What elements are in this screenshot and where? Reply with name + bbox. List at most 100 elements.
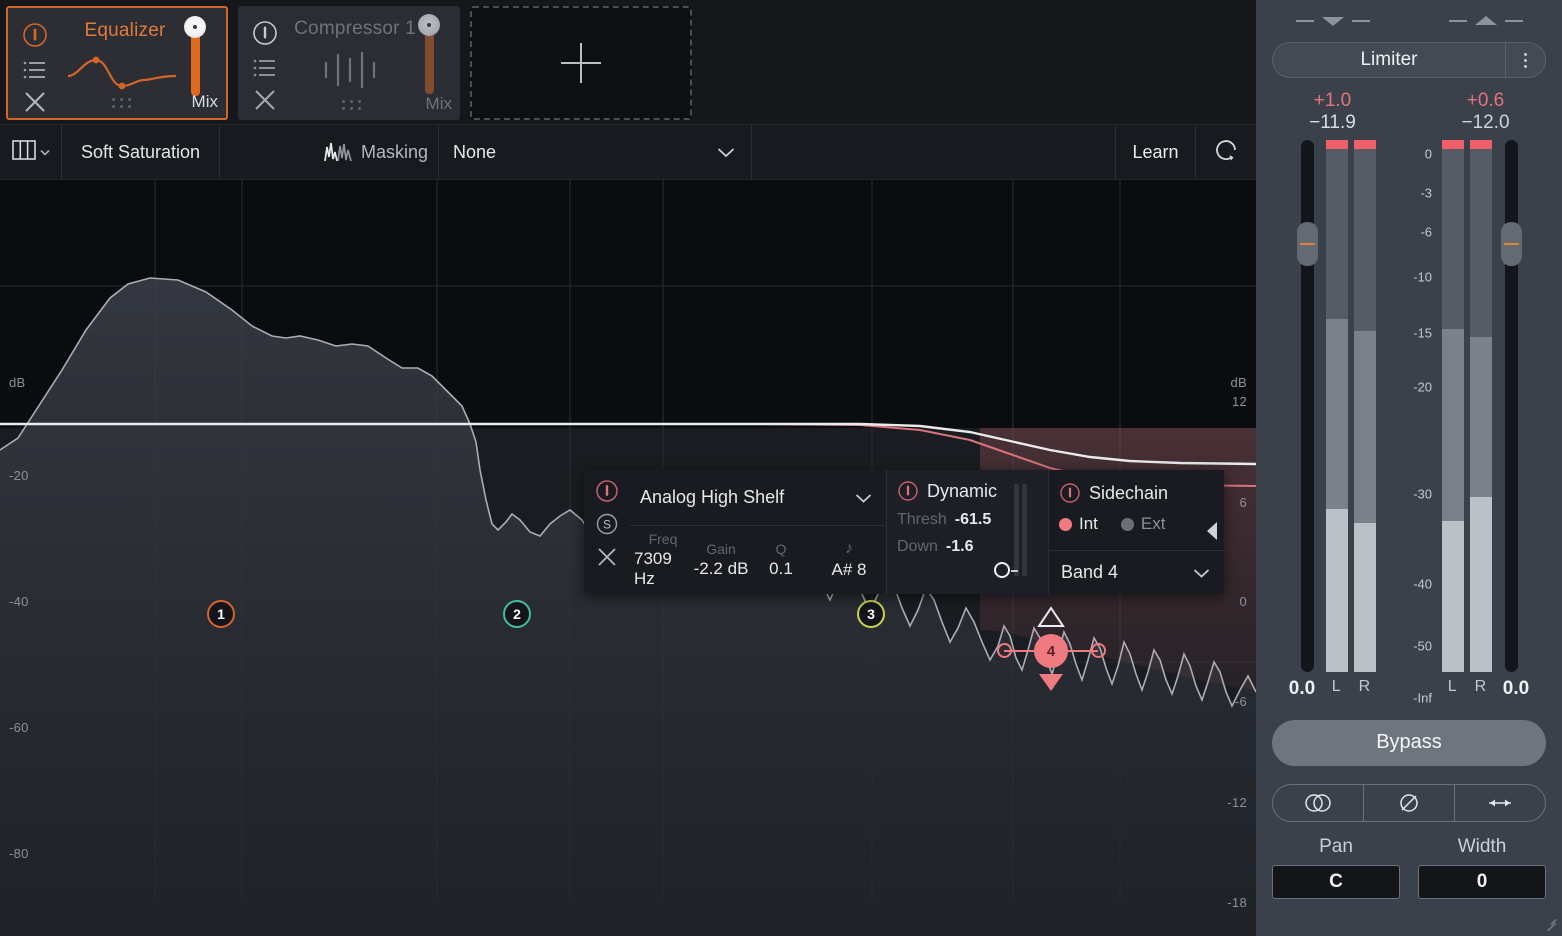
input-peak: +1.0 (1313, 90, 1352, 111)
band-number: 4 (1046, 642, 1056, 660)
output-gain-fader[interactable] (1496, 139, 1526, 672)
band-number: 1 (217, 606, 225, 622)
width-value-field[interactable]: 0 (1418, 864, 1546, 899)
width-button[interactable] (1454, 784, 1545, 821)
sidechain-title: Sidechain (1089, 482, 1169, 503)
param-value: 7309 Hz (634, 549, 672, 588)
layout-view-button[interactable] (0, 125, 62, 179)
toolbar-spacer (752, 125, 1116, 179)
eq-band-node-1[interactable]: 1 (207, 600, 235, 628)
masking-label-group: Masking (220, 141, 438, 163)
input-gain-value[interactable]: 0.0 (1282, 678, 1322, 700)
param-q[interactable]: Q 0.1 (750, 526, 812, 594)
scale-tick: -40 (1413, 576, 1432, 592)
preset-list-icon[interactable] (23, 60, 47, 80)
mix-fader[interactable] (418, 14, 440, 94)
power-icon[interactable] (897, 480, 919, 502)
module-tab-compressor-1[interactable]: Compressor 1 Mix (238, 6, 460, 120)
power-icon[interactable] (1059, 482, 1081, 504)
chevron-up-icon (1473, 14, 1499, 28)
scale-tick: -10 (1413, 269, 1432, 285)
clip-indicator[interactable] (1470, 139, 1492, 149)
channel-right-label: R (1358, 677, 1371, 695)
external-label: Ext (1140, 514, 1166, 533)
level-readouts: +1.0 −11.9 +0.6 −12.0 (1256, 90, 1562, 134)
input-gain-fader[interactable] (1292, 139, 1322, 672)
down-value: -1.6 (945, 538, 974, 555)
channel-left-label: L (1447, 677, 1457, 695)
pan-width-row: Pan C Width 0 (1272, 836, 1546, 899)
power-icon[interactable] (595, 479, 619, 503)
module-title: Equalizer (84, 20, 166, 41)
close-x-icon[interactable] (253, 88, 277, 112)
output-gain-value[interactable]: 0.0 (1496, 678, 1536, 700)
param-note[interactable]: ♪ A# 8 (812, 526, 886, 594)
masking-value: None (453, 141, 497, 162)
eq-band-node-3[interactable]: 3 (857, 600, 885, 628)
param-freq[interactable]: Freq 7309 Hz (634, 526, 692, 594)
scale-tick: -3 (1420, 185, 1432, 201)
param-gain[interactable]: Gain -2.2 dB (692, 526, 750, 594)
collapse-down-control[interactable] (1295, 14, 1370, 28)
eq-band-4-q-handle-left[interactable] (997, 643, 1012, 658)
stereo-link-button[interactable] (1273, 785, 1363, 821)
close-x-icon[interactable] (595, 545, 619, 569)
saturation-mode-button[interactable]: Soft Saturation (62, 125, 220, 179)
page-title: Limiter (1360, 49, 1418, 70)
output-channel-labels: L R (1438, 678, 1496, 700)
dash-left (1448, 20, 1467, 22)
clip-indicator[interactable] (1326, 139, 1348, 149)
masking-select[interactable]: None (438, 125, 751, 179)
fader-handle[interactable] (1501, 221, 1522, 266)
more-options-icon[interactable] (1505, 43, 1545, 77)
preset-list-icon[interactable] (253, 58, 277, 78)
phase-invert-button[interactable] (1363, 784, 1454, 821)
filter-type-select[interactable]: Analog High Shelf (630, 470, 886, 526)
learn-button[interactable]: Learn (1116, 125, 1196, 179)
dynamic-threshold-handle[interactable] (994, 562, 1018, 578)
drag-grip-icon[interactable] (112, 98, 134, 110)
masking-waveform-icon (324, 141, 352, 163)
add-module-button[interactable] (470, 6, 692, 120)
external-radio[interactable] (1120, 517, 1134, 531)
columns-layout-icon (11, 138, 37, 167)
bypass-button[interactable]: Bypass (1272, 719, 1546, 766)
param-label: Freq (648, 531, 678, 547)
eq-graph[interactable]: dB -20 -40 -60 -80 -100 dB 12 6 0 -6 -12… (0, 180, 1256, 936)
eq-band-node-4[interactable]: 4 (1034, 634, 1068, 668)
drag-grip-icon[interactable] (342, 100, 364, 112)
y-axis-right-unit: dB (1230, 375, 1247, 390)
solo-s-icon[interactable]: S (595, 512, 619, 536)
internal-radio[interactable] (1059, 517, 1072, 531)
eq-band-node-2[interactable]: 2 (503, 600, 531, 628)
meter-bar-left (1326, 139, 1348, 672)
sidechain-band-select[interactable]: Band 4 (1049, 550, 1224, 594)
sidechain-header: Sidechain (1049, 470, 1224, 504)
output-meter-group (1438, 139, 1496, 672)
fader-handle[interactable] (1297, 221, 1318, 266)
y-axis-left-tick: -80 (9, 846, 29, 861)
dynamic-title: Dynamic (927, 480, 998, 501)
clip-indicator[interactable] (1354, 139, 1376, 149)
module-tab-equalizer[interactable]: Equalizer Mix (6, 6, 228, 120)
mix-fader[interactable] (184, 16, 206, 96)
power-icon[interactable] (252, 20, 278, 46)
close-x-icon[interactable] (23, 90, 47, 114)
meter-labels-row: 0.0 L R L R 0.0 (1256, 678, 1562, 700)
pan-value-field[interactable]: C (1272, 864, 1400, 899)
y-axis-right-tick: 0 (1239, 594, 1247, 609)
clip-indicator[interactable] (1442, 139, 1464, 149)
limiter-title-bar[interactable]: Limiter (1272, 42, 1546, 78)
collapse-up-control[interactable] (1448, 14, 1523, 28)
power-icon[interactable] (22, 22, 48, 48)
collapse-left-arrow-icon[interactable] (1204, 520, 1220, 542)
pan-label: Pan (1319, 835, 1353, 857)
chevron-down-icon (1320, 14, 1346, 28)
eq-band-4-q-handle-right[interactable] (1091, 643, 1106, 658)
y-axis-right-tick: -12 (1227, 795, 1247, 810)
reset-button[interactable] (1196, 125, 1256, 179)
resize-grip-icon[interactable] (1543, 918, 1557, 932)
filter-type-value: Analog High Shelf (640, 487, 785, 507)
band-popup-main: Analog High Shelf Freq 7309 Hz Gain -2.2… (630, 470, 886, 594)
limiter-panel: Limiter +1.0 −11.9 +0.6 −12.0 0 -3 -6 -1… (1256, 0, 1562, 936)
